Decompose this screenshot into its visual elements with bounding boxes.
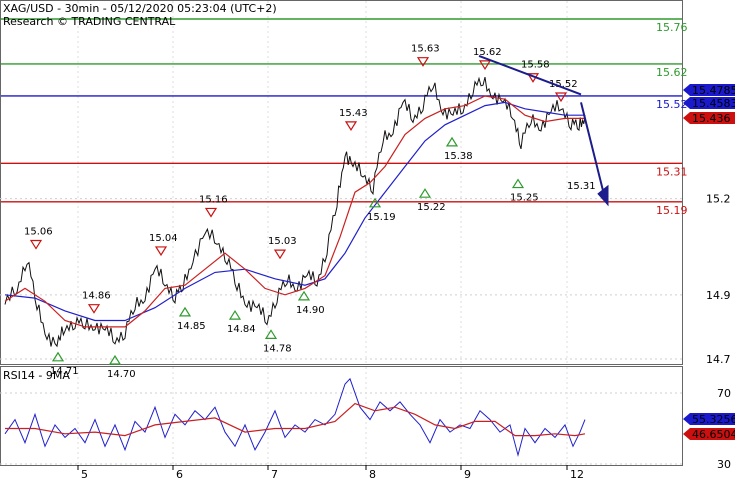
swing-high-label-4: 15.03 (268, 236, 297, 247)
swing-high-label-2: 15.04 (149, 233, 178, 244)
target-label: 15.31 (567, 181, 596, 192)
swing-low-label-1: 14.70 (107, 369, 136, 380)
resistance-1-label: 15.52 (656, 98, 688, 111)
price-axis-tick-1: 14.9 (706, 289, 731, 302)
swing-low-label-8: 15.38 (444, 151, 473, 162)
x-tick-label-3: 8 (369, 468, 376, 480)
ma-fast-badge-text: 15.436 (692, 112, 731, 125)
chart-title: XAG/USD - 30min - 05/12/2020 05:23:04 (U… (3, 2, 277, 15)
support-2-label: 15.19 (656, 204, 688, 217)
swing-low-label-7: 15.22 (417, 202, 446, 213)
swing-low-label-9: 15.25 (510, 193, 539, 204)
ma-slow-badge-text: 15.4583 (692, 97, 735, 110)
chart-root: 15.76 15.62 15.52 15.31 15.19 15.06 14.86 15.0… (0, 0, 735, 480)
swing-high-label-8: 15.58 (521, 60, 550, 71)
resistance-2-label: 15.62 (656, 66, 688, 79)
resistance-3-label: 15.76 (656, 21, 688, 34)
x-tick-label-4: 9 (464, 468, 471, 480)
swing-low-label-6: 15.19 (367, 212, 396, 223)
rsi-axis-tick-1: 30 (717, 458, 731, 471)
swing-low-label-2: 14.85 (177, 321, 206, 332)
swing-high-label-6: 15.63 (411, 44, 440, 55)
x-tick-label-1: 6 (176, 468, 183, 480)
price-axis-tick-2: 14.7 (706, 353, 731, 366)
support-1-label: 15.31 (656, 165, 688, 178)
price-axis-tick-0: 15.2 (706, 193, 731, 206)
swing-low-label-4: 14.78 (263, 343, 292, 354)
swing-high-label-5: 15.43 (339, 108, 368, 119)
x-tick-label-0: 5 (81, 468, 88, 480)
rsi-ma-badge-text: 46.6504 (692, 428, 735, 441)
rsi-axis-tick-0: 70 (717, 387, 731, 400)
swing-high-label-7: 15.62 (473, 47, 502, 58)
swing-high-label-0: 15.06 (24, 227, 53, 238)
rsi-value-badge-text: 55.3256 (692, 413, 735, 426)
chart-subtitle: Research © TRADING CENTRAL (3, 15, 176, 28)
swing-high-label-1: 14.86 (82, 291, 111, 302)
rsi-title: RSI14 - 9MA (3, 369, 70, 382)
x-tick-label-2: 7 (271, 468, 278, 480)
swing-high-label-3: 15.16 (199, 194, 228, 205)
swing-low-label-3: 14.84 (227, 324, 256, 335)
last-price-badge-text: 15.4785 (692, 84, 735, 97)
x-tick-label-5: 12 (570, 468, 584, 480)
swing-low-label-5: 14.90 (296, 305, 325, 316)
